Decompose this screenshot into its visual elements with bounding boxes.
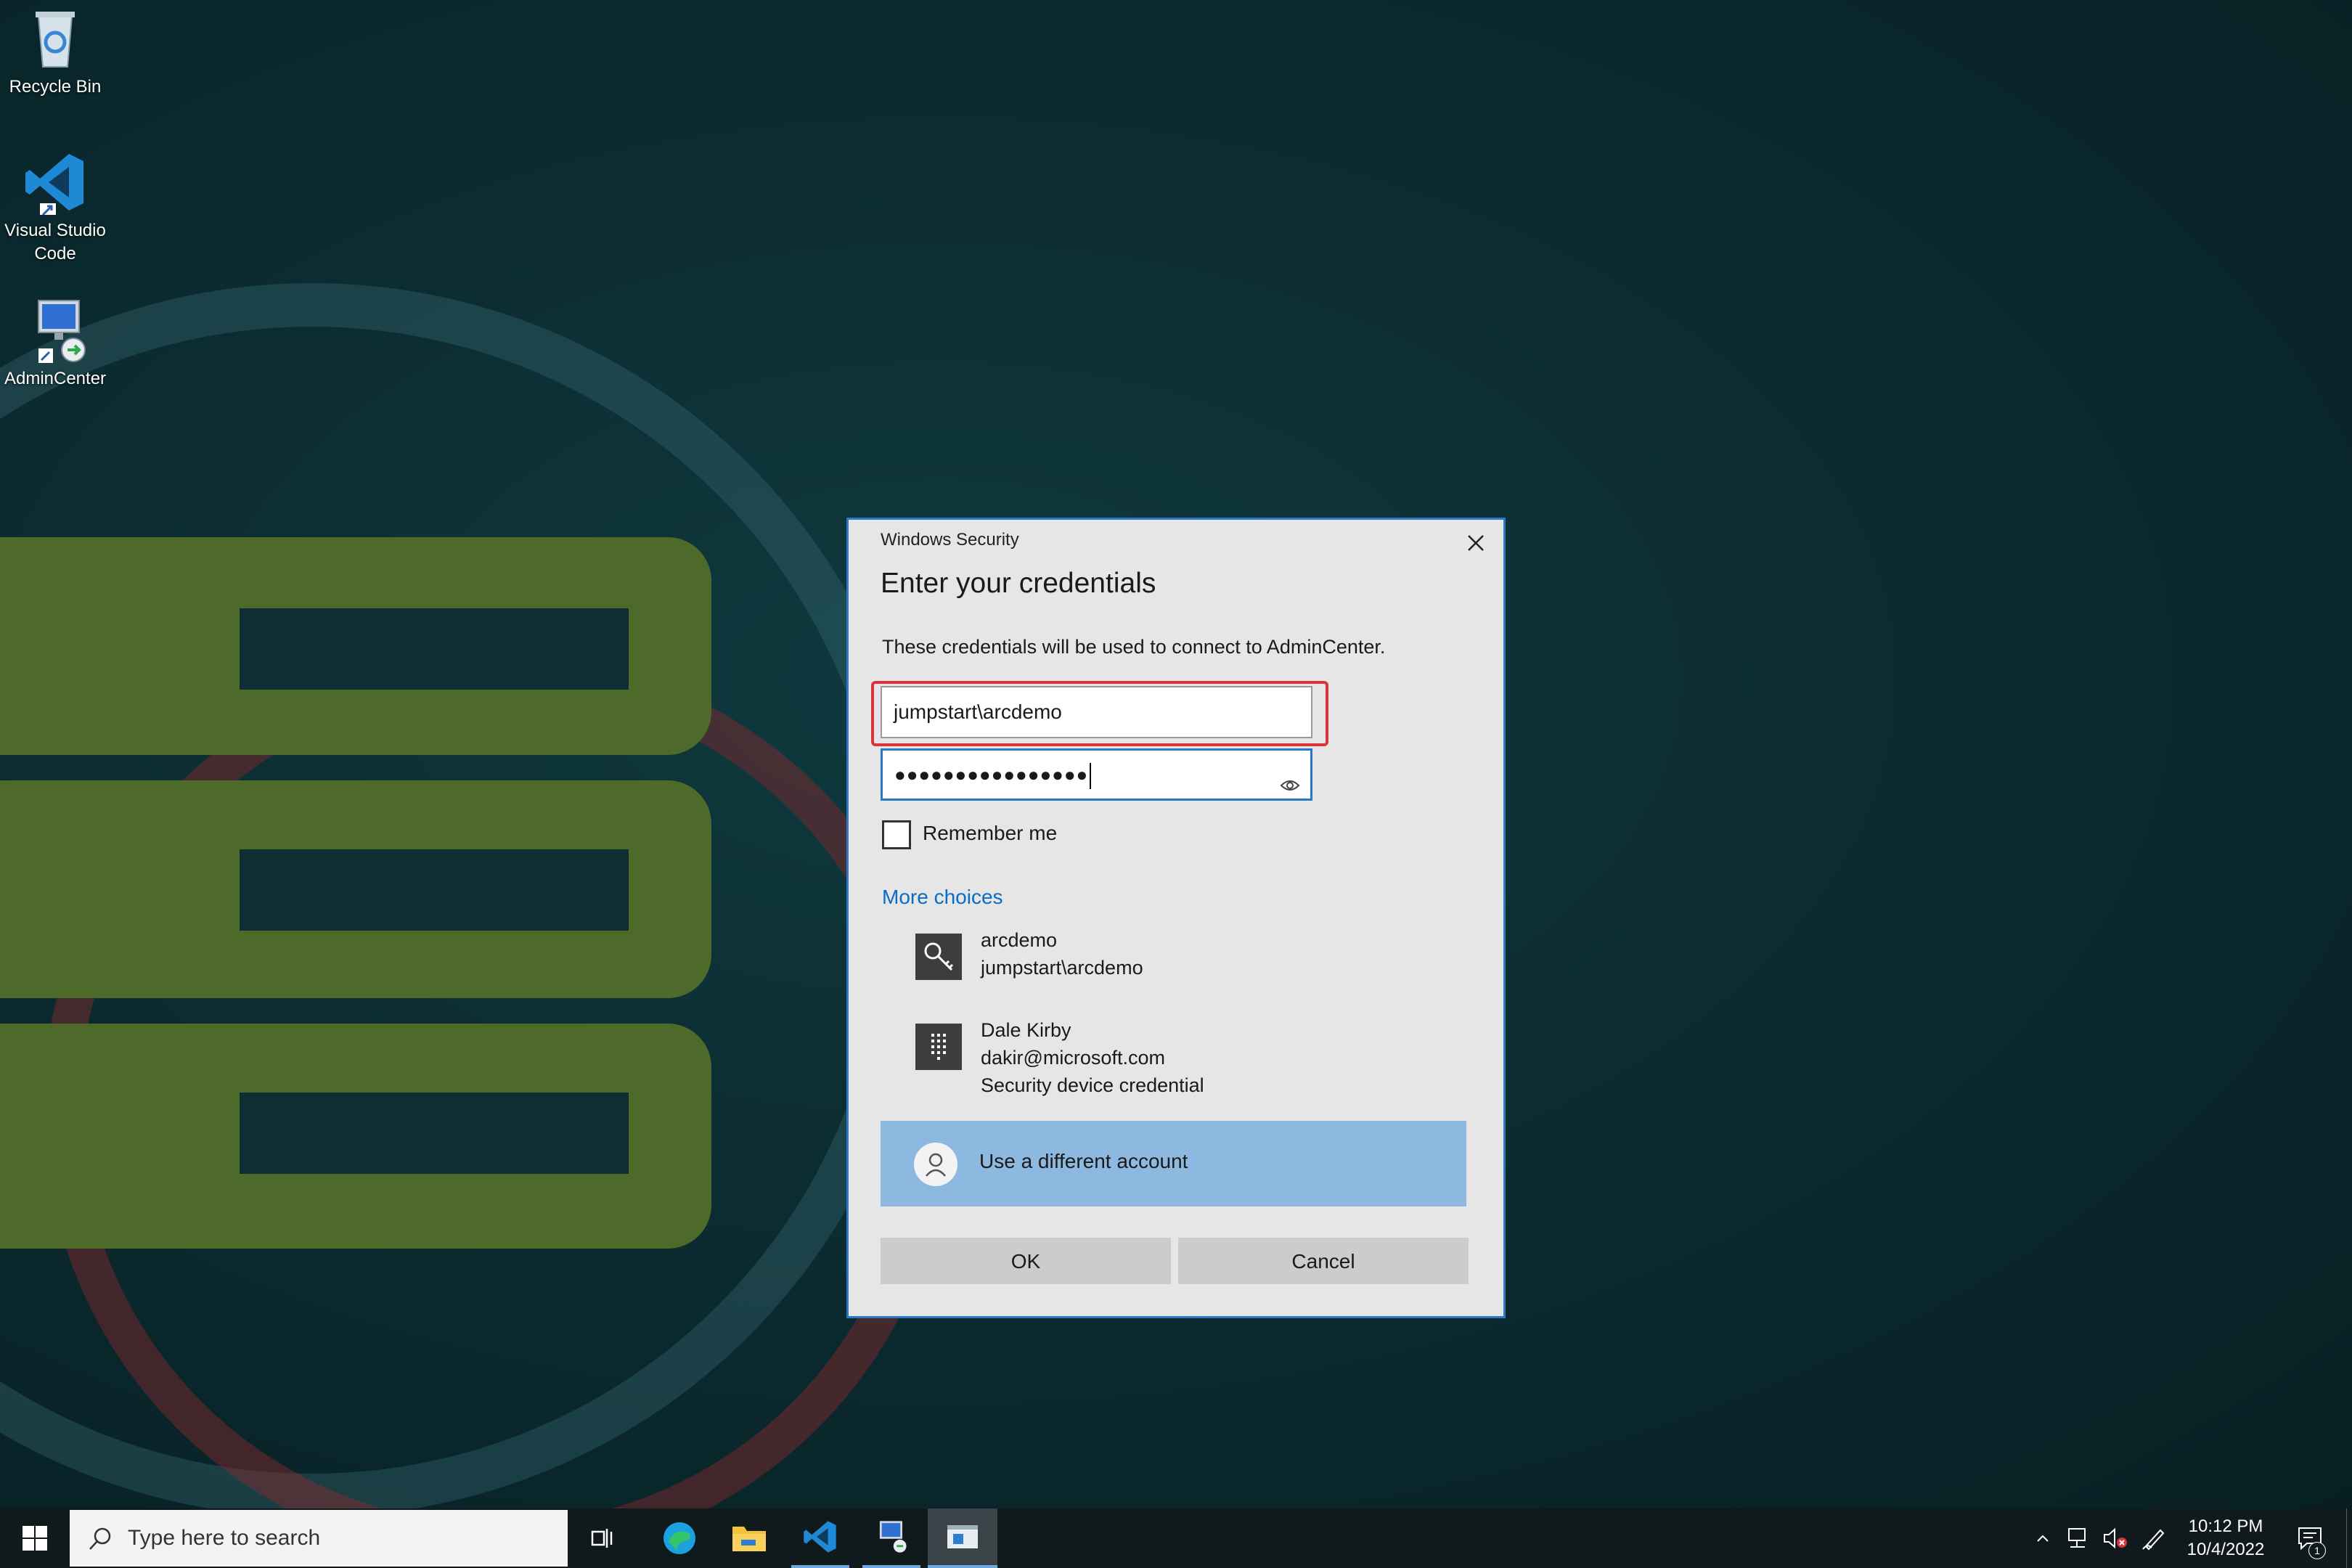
- more-choices-link[interactable]: More choices: [882, 886, 1003, 909]
- account-extra: Security device credential: [981, 1074, 1204, 1096]
- remote-desktop-icon: [23, 298, 88, 363]
- clock-date: 10/4/2022: [2186, 1540, 2265, 1559]
- taskbar-remote-desktop[interactable]: [862, 1508, 920, 1568]
- account-text: arcdemo jumpstart\arcdemo: [981, 926, 1143, 981]
- person-icon: [914, 1143, 957, 1186]
- keypad-icon: [915, 1024, 962, 1070]
- remember-me-label: Remember me: [923, 822, 1058, 844]
- wallpaper-slot-1: [240, 608, 629, 690]
- recycle-bin-icon: [23, 6, 88, 71]
- account-text: Dale Kirby dakir@microsoft.com Security …: [981, 1016, 1204, 1099]
- pen-tray-button[interactable]: [2136, 1508, 2172, 1568]
- desktop-icon-label: Recycle Bin: [9, 77, 102, 97]
- taskbar-file-explorer[interactable]: [720, 1508, 778, 1568]
- search-icon: [89, 1527, 111, 1550]
- task-view-button[interactable]: [578, 1508, 629, 1568]
- desktop-icon-vscode[interactable]: Visual Studio Code: [0, 150, 113, 266]
- account-name: Dale Kirby: [981, 1019, 1071, 1041]
- cancel-button[interactable]: Cancel: [1178, 1238, 1469, 1284]
- taskbar-edge[interactable]: [650, 1508, 709, 1568]
- search-placeholder: Type here to search: [128, 1526, 321, 1550]
- dialog-heading: Enter your credentials: [881, 568, 1156, 599]
- network-tray-button[interactable]: [2060, 1508, 2096, 1568]
- show-hidden-icons-button[interactable]: [2030, 1508, 2056, 1568]
- account-option-dale-kirby[interactable]: Dale Kirby dakir@microsoft.com Security …: [882, 1016, 1463, 1103]
- clock[interactable]: 10:12 PM 10/4/2022: [2175, 1508, 2277, 1568]
- edge-browser-icon: [663, 1522, 695, 1554]
- taskbar: Type here to search 10:12 PM 10/4/2022 1: [0, 1508, 2352, 1568]
- close-button[interactable]: [1460, 527, 1492, 559]
- close-icon: [1468, 535, 1484, 551]
- ok-button[interactable]: OK: [881, 1238, 1171, 1284]
- use-different-account-option[interactable]: Use a different account: [881, 1121, 1466, 1206]
- clock-time: 10:12 PM: [2188, 1516, 2263, 1536]
- dialog-window-title: Windows Security: [881, 530, 1019, 550]
- password-value: ●●●●●●●●●●●●●●●●: [894, 764, 1089, 785]
- account-detail: jumpstart\arcdemo: [981, 957, 1143, 979]
- reveal-password-button[interactable]: [1280, 765, 1300, 791]
- desktop-icon-label: AdminCenter: [4, 369, 107, 388]
- wallpaper-slot-3: [240, 1093, 629, 1174]
- account-option-arcdemo[interactable]: arcdemo jumpstart\arcdemo: [882, 926, 1463, 999]
- remote-desktop-icon: [879, 1521, 907, 1553]
- password-field[interactable]: ●●●●●●●●●●●●●●●●: [881, 748, 1312, 801]
- credentials-dialog: Windows Security Enter your credentials …: [846, 518, 1506, 1318]
- start-button[interactable]: [0, 1508, 70, 1568]
- taskbar-credential-window[interactable]: [928, 1508, 997, 1568]
- window-icon: [947, 1525, 978, 1548]
- taskbar-vscode[interactable]: [791, 1508, 849, 1568]
- eye-icon: [1280, 780, 1300, 791]
- wallpaper-slot-2: [240, 849, 629, 931]
- desktop-icon-label: Visual Studio Code: [4, 221, 106, 264]
- folder-icon: [732, 1527, 766, 1551]
- key-icon: [915, 934, 962, 980]
- volume-muted-icon: [2104, 1527, 2127, 1549]
- show-desktop-button[interactable]: [2346, 1508, 2352, 1568]
- text-caret: [1090, 762, 1092, 789]
- notification-count: 1: [2308, 1542, 2326, 1559]
- pen-icon: [2142, 1529, 2165, 1551]
- account-name: arcdemo: [981, 929, 1058, 951]
- taskbar-search-box[interactable]: Type here to search: [70, 1510, 568, 1567]
- volume-tray-button[interactable]: [2096, 1508, 2133, 1568]
- chevron-up-icon: [2037, 1535, 2049, 1542]
- network-icon: [2068, 1528, 2086, 1548]
- vscode-icon: [23, 150, 88, 219]
- remember-me-checkbox[interactable]: [882, 820, 911, 849]
- notifications-button[interactable]: 1: [2287, 1508, 2333, 1568]
- task-view-icon: [591, 1529, 613, 1548]
- desktop-icon-admincenter[interactable]: AdminCenter: [0, 298, 113, 391]
- username-field[interactable]: jumpstart\arcdemo: [881, 686, 1312, 738]
- username-value: jumpstart\arcdemo: [894, 701, 1062, 723]
- desktop-icon-recycle-bin[interactable]: Recycle Bin: [0, 6, 113, 99]
- account-detail: dakir@microsoft.com: [981, 1047, 1165, 1069]
- windows-logo-icon: [23, 1526, 47, 1551]
- vscode-icon: [804, 1521, 836, 1553]
- use-different-account-label: Use a different account: [979, 1150, 1188, 1172]
- dialog-description: These credentials will be used to connec…: [882, 636, 1386, 658]
